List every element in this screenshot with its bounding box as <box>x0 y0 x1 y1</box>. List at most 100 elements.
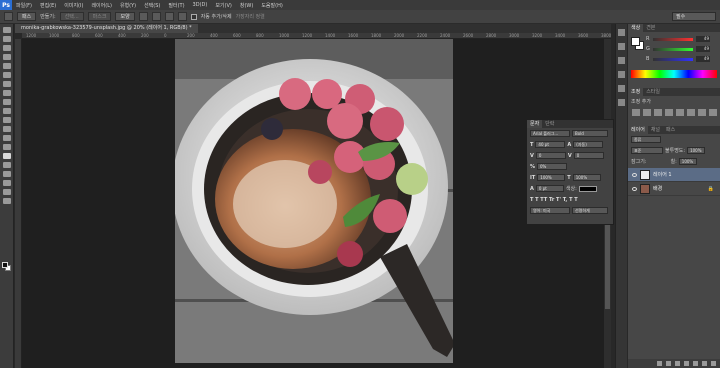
mask-icon[interactable] <box>675 361 680 366</box>
pen-mode-select[interactable]: 패스 <box>17 12 37 21</box>
kerning-field[interactable]: 0 <box>535 152 566 159</box>
gradient-tool-icon[interactable] <box>2 126 11 132</box>
path-operations-icon[interactable] <box>138 12 148 21</box>
color-balance-icon[interactable] <box>698 109 706 116</box>
horizontal-scale-field[interactable]: 100% <box>572 174 601 181</box>
foreground-color-chip[interactable] <box>631 37 640 46</box>
tab-color[interactable]: 색상 <box>628 24 644 32</box>
menu-type[interactable]: 유형(Y) <box>116 2 140 9</box>
trash-icon[interactable] <box>711 361 716 366</box>
blend-mode-select[interactable]: 표준 <box>631 147 663 154</box>
marquee-tool-icon[interactable] <box>2 36 11 42</box>
paragraph-panel-icon[interactable] <box>618 99 625 106</box>
new-layer-icon[interactable] <box>702 361 707 366</box>
character-panel-icon[interactable] <box>618 85 625 92</box>
layer-row-background[interactable]: 배경 🔒 <box>628 182 720 196</box>
path-select-tool-icon[interactable] <box>2 171 11 177</box>
color-spectrum-ramp[interactable] <box>631 70 717 78</box>
leading-field[interactable]: (자동) <box>573 141 604 148</box>
eyedropper-tool-icon[interactable] <box>2 72 11 78</box>
layer-name[interactable]: 레이어 1 <box>653 171 672 178</box>
make-mask-button[interactable]: 마스크 <box>87 12 112 21</box>
menu-layer[interactable]: 레이어(L) <box>87 2 116 9</box>
menu-image[interactable]: 이미지(I) <box>60 2 87 9</box>
baseline-shift-field[interactable]: 0 pt <box>535 185 564 192</box>
font-size-field[interactable]: 40 pt <box>535 141 566 148</box>
eye-icon[interactable] <box>632 186 637 191</box>
tab-styles[interactable]: 스타일 <box>643 88 663 96</box>
healing-tool-icon[interactable] <box>2 81 11 87</box>
layer-row-layer1[interactable]: 레이어 1 <box>628 168 720 182</box>
green-slider-row[interactable]: G 49 <box>646 46 718 52</box>
text-styles-icon[interactable]: T T TT Tr T' T, T T <box>530 197 578 203</box>
menu-select[interactable]: 선택(S) <box>140 2 164 9</box>
type-tool-icon[interactable] <box>2 162 11 168</box>
pen-tool-icon[interactable] <box>2 153 11 159</box>
workspace-select[interactable]: 필수 <box>672 12 716 21</box>
eraser-tool-icon[interactable] <box>2 117 11 123</box>
hand-tool-icon[interactable] <box>2 189 11 195</box>
tsume-field[interactable]: 0% <box>537 163 568 170</box>
red-slider-row[interactable]: R 49 <box>646 36 718 42</box>
tab-paragraph[interactable]: 단락 <box>542 120 557 128</box>
language-select[interactable]: 영어: 미국 <box>530 207 570 214</box>
adjustment-layer-icon[interactable] <box>684 361 689 366</box>
path-alignment-icon[interactable] <box>151 12 161 21</box>
exposure-icon[interactable] <box>665 109 673 116</box>
curves-icon[interactable] <box>654 109 662 116</box>
scrollbar-thumb[interactable] <box>605 219 610 309</box>
history-brush-tool-icon[interactable] <box>2 108 11 114</box>
tab-layers[interactable]: 레이어 <box>628 126 648 134</box>
menu-edit[interactable]: 편집(E) <box>36 2 60 9</box>
blue-value[interactable]: 49 <box>696 56 710 62</box>
layer-filter-select[interactable]: 종류 <box>631 136 661 143</box>
text-color-swatch[interactable] <box>578 185 597 192</box>
font-family-select[interactable]: Arial 플러그... <box>530 130 570 137</box>
opacity-field[interactable]: 100% <box>687 147 706 154</box>
green-track[interactable] <box>653 47 693 51</box>
quick-select-tool-icon[interactable] <box>2 54 11 60</box>
menu-view[interactable]: 보기(V) <box>211 2 236 9</box>
antialias-select[interactable]: 선명하게 <box>572 207 608 214</box>
properties-panel-icon[interactable] <box>618 43 625 50</box>
canvas-area[interactable] <box>22 39 611 368</box>
levels-icon[interactable] <box>643 109 651 116</box>
clone-stamp-tool-icon[interactable] <box>2 99 11 105</box>
foreground-color-swatch[interactable] <box>2 262 8 268</box>
eye-icon[interactable] <box>632 172 637 177</box>
hue-saturation-icon[interactable] <box>687 109 695 116</box>
blue-slider-row[interactable]: B 49 <box>646 56 718 62</box>
path-arrangement-icon[interactable] <box>164 12 174 21</box>
lasso-tool-icon[interactable] <box>2 45 11 51</box>
fill-field[interactable]: 100% <box>678 158 697 165</box>
info-panel-icon[interactable] <box>618 71 625 78</box>
brush-tool-icon[interactable] <box>2 90 11 96</box>
link-icon[interactable] <box>657 361 662 366</box>
photo-image[interactable] <box>175 39 453 363</box>
blur-tool-icon[interactable] <box>2 135 11 141</box>
auto-add-delete-checkbox[interactable] <box>190 13 197 20</box>
menu-filter[interactable]: 필터(T) <box>164 2 188 9</box>
tab-channels[interactable]: 채널 <box>648 126 663 134</box>
tracking-field[interactable]: 0 <box>573 152 604 159</box>
menu-file[interactable]: 파일(F) <box>12 2 36 9</box>
layer-name[interactable]: 배경 <box>653 185 662 192</box>
menu-window[interactable]: 창(W) <box>236 2 257 9</box>
vertical-scale-field[interactable]: 100% <box>537 174 566 181</box>
vibrance-icon[interactable] <box>676 109 684 116</box>
history-panel-icon[interactable] <box>618 29 625 36</box>
move-tool-icon[interactable] <box>2 27 11 33</box>
shape-tool-icon[interactable] <box>2 180 11 186</box>
black-white-icon[interactable] <box>709 109 717 116</box>
brightness-contrast-icon[interactable] <box>632 109 640 116</box>
pen-tool-preset-icon[interactable] <box>4 12 13 21</box>
tab-character[interactable]: 문자 <box>527 120 543 128</box>
red-value[interactable]: 49 <box>696 36 710 42</box>
green-value[interactable]: 49 <box>696 46 710 52</box>
fx-icon[interactable] <box>666 361 671 366</box>
red-track[interactable] <box>653 37 693 41</box>
tab-adjustments[interactable]: 조정 <box>628 88 644 96</box>
document-tab[interactable]: monika-grabkowska-323579-unsplash.jpg @ … <box>15 24 198 33</box>
crop-tool-icon[interactable] <box>2 63 11 69</box>
gear-icon[interactable] <box>177 12 187 21</box>
